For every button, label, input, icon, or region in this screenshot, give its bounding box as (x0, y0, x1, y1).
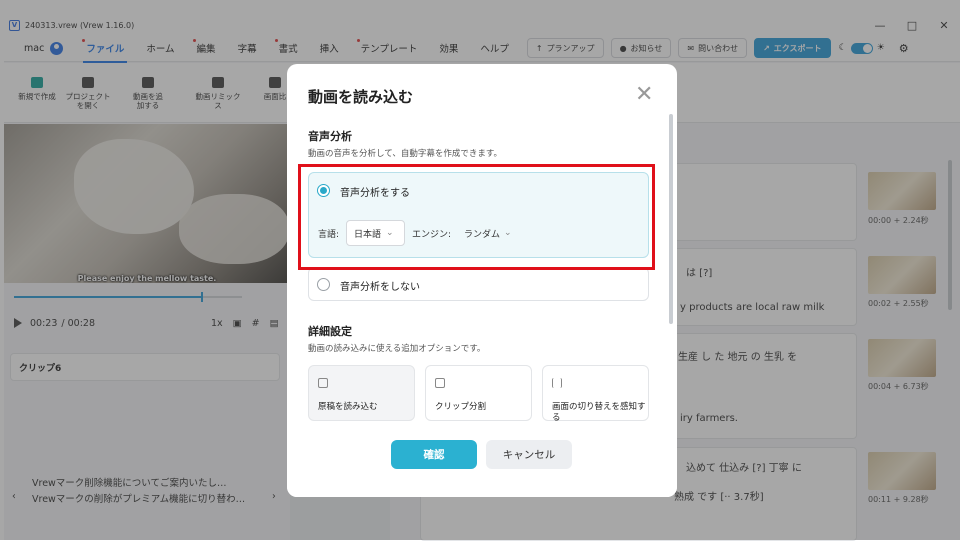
audio-section-desc: 動画の音声を分析して、自動字幕を作成できます。 (308, 149, 502, 159)
detail-section-title: 詳細設定 (308, 325, 352, 338)
load-script-card[interactable]: 原稿を読み込む (308, 365, 415, 421)
option-off-label: 音声分析をしない (340, 282, 420, 293)
card-label: クリップ分割 (435, 402, 487, 412)
dialog-scrollbar[interactable] (669, 114, 673, 324)
close-icon[interactable]: ✕ (635, 82, 653, 107)
card-label: 原稿を読み込む (318, 402, 378, 412)
scene-icon (552, 378, 562, 388)
scene-detect-card[interactable]: 画面の切り替えを感知する (542, 365, 649, 423)
audio-section-title: 音声分析 (308, 130, 352, 143)
confirm-button[interactable]: 確認 (391, 440, 477, 469)
clip-split-card[interactable]: クリップ分割 (425, 365, 532, 421)
cancel-button[interactable]: キャンセル (486, 440, 572, 469)
import-video-dialog: 動画を読み込む ✕ 音声分析 動画の音声を分析して、自動字幕を作成できます。 音… (287, 64, 677, 497)
annotation-highlight-box (298, 164, 655, 270)
split-icon (435, 378, 445, 388)
detail-section-desc: 動画の読み込みに使える追加オプションです。 (308, 344, 486, 354)
dialog-title: 動画を読み込む (308, 88, 414, 106)
radio-off[interactable] (317, 278, 330, 291)
document-icon (318, 378, 328, 388)
audio-analysis-off-option[interactable]: 音声分析をしない (308, 267, 649, 301)
